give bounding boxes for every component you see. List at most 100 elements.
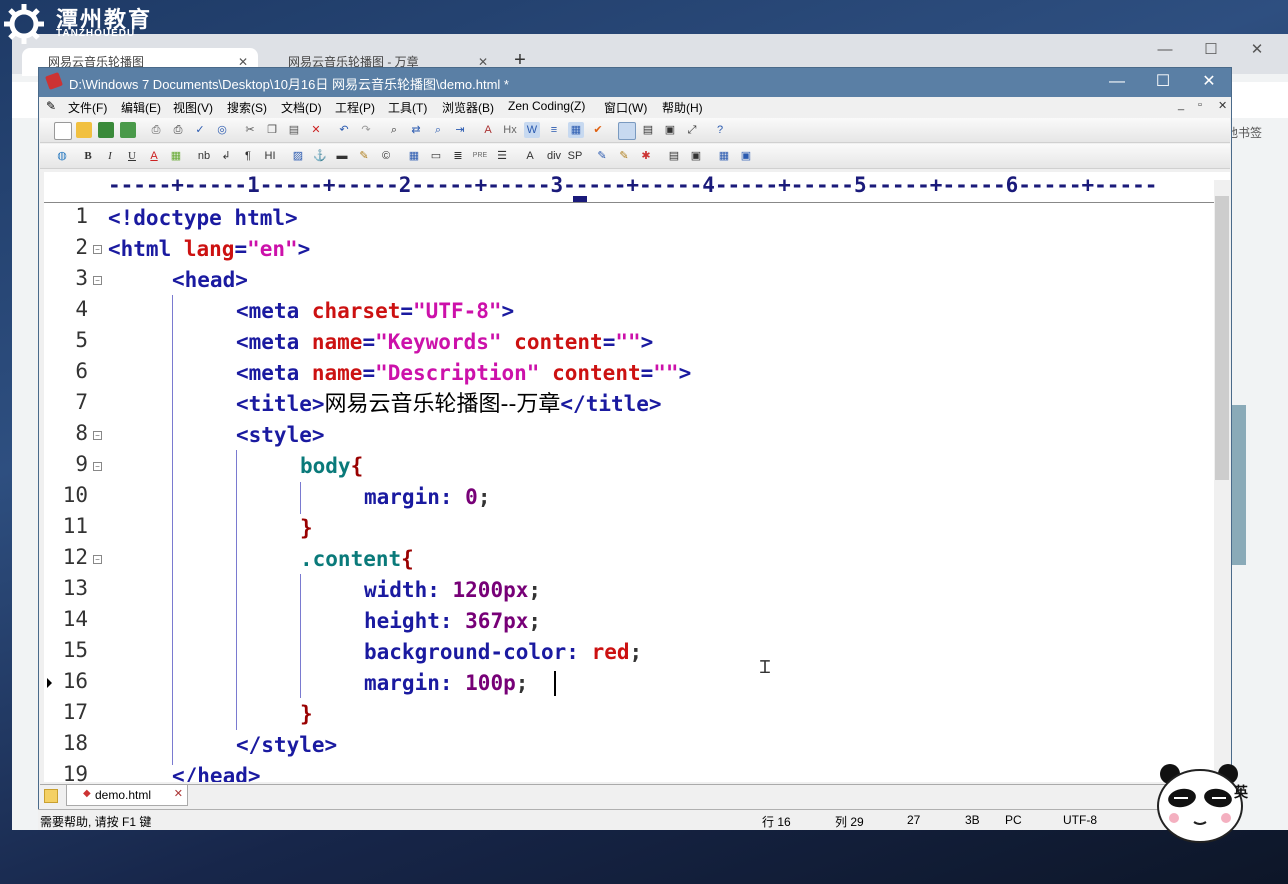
minimize-button[interactable]: — xyxy=(1095,70,1139,94)
copy-icon[interactable]: ❐ xyxy=(264,122,280,138)
menu-browser[interactable]: 浏览器(B) xyxy=(442,99,494,116)
underline-button[interactable]: U xyxy=(124,148,140,164)
nbsp-button[interactable]: nb xyxy=(196,148,212,164)
line-break-icon[interactable]: ↲ xyxy=(218,148,234,164)
span-button[interactable]: SP xyxy=(566,148,584,164)
code-line: <html lang="en"> xyxy=(108,234,310,264)
browser-close-button[interactable]: ✕ xyxy=(1242,40,1272,60)
browser-maximize-button[interactable]: ☐ xyxy=(1196,40,1226,60)
anchor-icon[interactable]: ⚓ xyxy=(312,148,328,164)
goto-line-icon[interactable]: ⇥ xyxy=(452,122,468,138)
menu-document[interactable]: 文档(D) xyxy=(281,99,322,116)
cliptext-window-icon[interactable]: ▤ xyxy=(640,122,656,138)
mdi-restore-button[interactable]: ▫ xyxy=(1198,99,1202,111)
check-icon[interactable]: ✔ xyxy=(590,122,606,138)
layer-icon[interactable]: ▣ xyxy=(688,148,704,164)
status-bar: 需要帮助, 请按 F1 键 行 16 列 29 27 3B PC UTF-8 xyxy=(38,809,1230,830)
list-icon[interactable]: ☰ xyxy=(494,148,510,164)
menu-zen-coding[interactable]: Zen Coding(Z) xyxy=(508,99,585,113)
fullscreen-icon[interactable]: ⤢ xyxy=(684,122,700,138)
highlight-icon[interactable]: ✎ xyxy=(356,148,372,164)
menu-file[interactable]: 文件(F) xyxy=(68,99,107,116)
redo-icon[interactable]: ↷ xyxy=(358,122,374,138)
paste-icon[interactable]: ▤ xyxy=(286,122,302,138)
output-window-icon[interactable]: ▣ xyxy=(662,122,678,138)
save-all-icon[interactable] xyxy=(120,122,136,138)
code-token: content xyxy=(501,330,603,354)
style-icon[interactable]: ✎ xyxy=(616,148,632,164)
code-token: "" xyxy=(653,361,679,385)
copyright-icon[interactable]: © xyxy=(378,148,394,164)
ruler-icon[interactable]: ▦ xyxy=(568,122,584,138)
edit-icon[interactable]: ✎ xyxy=(594,148,610,164)
replace-icon[interactable]: ⇄ xyxy=(408,122,424,138)
text-box-icon[interactable]: A xyxy=(522,148,538,164)
menu-edit[interactable]: 编辑(E) xyxy=(121,99,161,116)
fold-toggle-icon[interactable]: − xyxy=(93,431,102,440)
directory-window-icon[interactable] xyxy=(618,122,636,140)
italic-button[interactable]: I xyxy=(102,148,118,164)
form-icon[interactable]: ▭ xyxy=(428,148,444,164)
fold-toggle-icon[interactable]: − xyxy=(93,462,102,471)
maximize-button[interactable]: ☐ xyxy=(1141,70,1185,94)
browser-preview-icon[interactable]: ◎ xyxy=(214,122,230,138)
new-file-icon[interactable] xyxy=(54,122,72,140)
globe-icon[interactable]: ◍ xyxy=(54,148,70,164)
browser-minimize-button[interactable]: — xyxy=(1150,40,1180,60)
paragraph-icon[interactable]: ¶ xyxy=(240,148,256,164)
color-palette-icon[interactable]: ▦ xyxy=(168,148,184,164)
menu-view[interactable]: 视图(V) xyxy=(173,99,213,116)
mdi-close-button[interactable]: ✕ xyxy=(1218,99,1227,112)
pre-button[interactable]: PRE xyxy=(472,148,488,164)
menu-project[interactable]: 工程(P) xyxy=(335,99,375,116)
menu-window[interactable]: 窗口(W) xyxy=(604,99,647,116)
mdi-minimize-button[interactable]: _ xyxy=(1178,99,1184,111)
image-icon[interactable]: ▨ xyxy=(290,148,306,164)
line-number: 18 xyxy=(62,731,88,755)
frame-icon[interactable]: ▤ xyxy=(666,148,682,164)
close-button[interactable]: ✕ xyxy=(1187,70,1231,94)
div-button[interactable]: div xyxy=(544,148,564,164)
code-token: = xyxy=(400,299,414,323)
fold-toggle-icon[interactable]: − xyxy=(93,555,102,564)
find-icon[interactable]: ⌕ xyxy=(386,122,402,138)
help-icon[interactable]: ? xyxy=(712,122,728,138)
print-preview-icon[interactable]: ⎙ xyxy=(148,122,164,138)
open-folder-icon[interactable] xyxy=(76,122,92,138)
spellcheck-icon[interactable]: ✓ xyxy=(192,122,208,138)
horizontal-rule-icon[interactable]: ▬ xyxy=(334,148,350,164)
fold-toggle-icon[interactable]: − xyxy=(93,245,102,254)
script-icon[interactable]: ✱ xyxy=(638,148,654,164)
code-token: "UTF-8" xyxy=(413,299,502,323)
hex-icon[interactable]: Hx xyxy=(502,122,518,138)
bold-button[interactable]: B xyxy=(80,148,96,164)
word-wrap-icon[interactable]: W xyxy=(524,122,540,138)
print-icon[interactable]: ⎙ xyxy=(170,122,186,138)
line-number: 5 xyxy=(75,328,88,352)
ime-panda[interactable]: 英 xyxy=(1156,762,1248,844)
fold-toggle-icon[interactable]: − xyxy=(93,276,102,285)
close-tab-icon[interactable]: ✕ xyxy=(174,787,183,800)
table-icon[interactable]: ▦ xyxy=(406,148,422,164)
find-in-files-icon[interactable]: ⌕ xyxy=(430,122,446,138)
menu-search[interactable]: 搜索(S) xyxy=(227,99,267,116)
font-color-button[interactable]: A xyxy=(146,148,162,164)
font-icon[interactable]: A xyxy=(480,122,496,138)
save-icon[interactable] xyxy=(98,122,114,138)
scrollbar-thumb[interactable] xyxy=(1215,196,1229,480)
file-tab-label: demo.html xyxy=(95,788,152,802)
delete-icon[interactable]: ✕ xyxy=(308,122,324,138)
align-icon[interactable]: ≣ xyxy=(450,148,466,164)
code-token: > xyxy=(501,299,515,323)
cut-icon[interactable]: ✂ xyxy=(242,122,258,138)
menu-help[interactable]: 帮助(H) xyxy=(662,99,703,116)
heading-button[interactable]: HI xyxy=(262,148,278,164)
menu-tools[interactable]: 工具(T) xyxy=(388,99,427,116)
toolbar-more-icon[interactable]: ▣ xyxy=(738,148,754,164)
undo-icon[interactable]: ↶ xyxy=(336,122,352,138)
code-token: </title> xyxy=(560,392,662,416)
toolbar-option-icon[interactable]: ▦ xyxy=(716,148,732,164)
folder-icon[interactable] xyxy=(44,789,58,803)
file-tab-demo[interactable]: ◆ demo.html ✕ xyxy=(66,785,188,806)
line-number-icon[interactable]: ≡ xyxy=(546,122,562,138)
